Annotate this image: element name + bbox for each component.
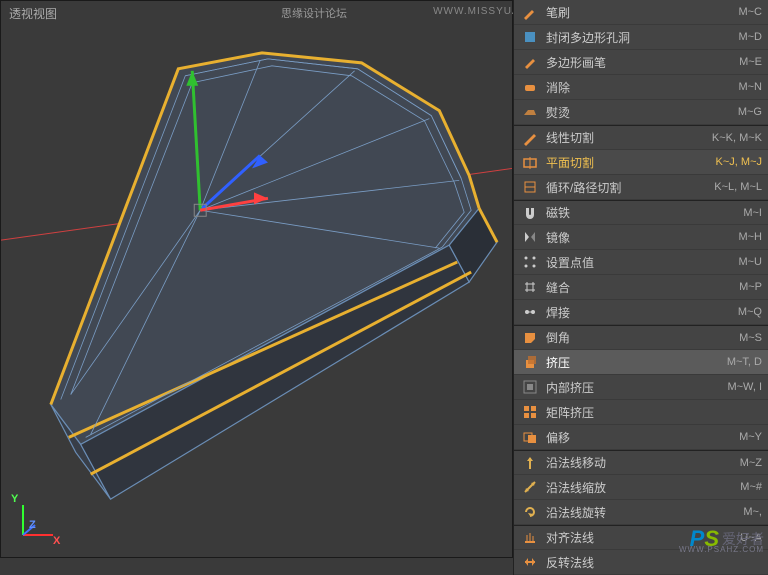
menu-label: 焊接 [546,304,730,321]
axis-y-label: Y [11,493,18,505]
menu-label: 循环/路径切割 [546,179,706,196]
menu-shortcut: M~Z [740,457,762,469]
menu-item-matrix[interactable]: 矩阵挤压 [514,400,768,425]
menu-item-inner[interactable]: 内部挤压 M~W, I [514,375,768,400]
bevel-icon [520,329,540,347]
menu-label: 内部挤压 [546,379,719,396]
pen-icon [520,53,540,71]
menu-label: 镜像 [546,229,730,246]
menu-shortcut: M~Q [738,306,762,318]
menu-shortcut: M~U [738,256,762,268]
magnet-icon [520,204,540,222]
menu-shortcut: M~Y [739,431,762,443]
menu-shortcut: M~# [740,481,762,493]
menu-shortcut: M~G [738,106,762,118]
menu-item-bevel[interactable]: 倒角 M~S [514,325,768,350]
menu-item-offset[interactable]: 偏移 M~Y [514,425,768,450]
menu-shortcut: K~K, M~K [712,132,762,144]
align-icon [520,529,540,547]
menu-label: 倒角 [546,329,731,346]
weld-icon [520,303,540,321]
menu-label: 缝合 [546,279,731,296]
menu-item-weld[interactable]: 焊接 M~Q [514,300,768,325]
menu-item-iron[interactable]: 熨烫 M~G [514,100,768,125]
menu-shortcut: M~E [739,56,762,68]
menu-item-knife[interactable]: 线性切割 K~K, M~K [514,125,768,150]
menu-label: 磁铁 [546,204,735,221]
menu-item-pen[interactable]: 多边形画笔 M~E [514,50,768,75]
knife-icon [520,129,540,147]
menu-item-extrude[interactable]: 挤压 M~T, D [514,350,768,375]
menu-label: 反转法线 [546,554,754,571]
mirror-icon [520,228,540,246]
menu-shortcut: M~C [738,6,762,18]
menu-item-nrot[interactable]: 沿法线旋转 M~, [514,500,768,525]
menu-shortcut: M~I [743,207,762,219]
menu-shortcut: M~T, D [727,356,762,368]
context-menu: 笔刷 M~C 封闭多边形孔洞 M~D 多边形画笔 M~E 消除 M~N 熨烫 M~G 线性切割 K~K… [513,0,768,575]
menu-label: 笔刷 [546,4,730,21]
stitch-icon [520,278,540,296]
menu-item-nmove[interactable]: 沿法线移动 M~Z [514,450,768,475]
offset-icon [520,428,540,446]
menu-label: 沿法线缩放 [546,479,732,496]
menu-shortcut: M~P [739,281,762,293]
menu-item-stitch[interactable]: 缝合 M~P [514,275,768,300]
menu-item-erase[interactable]: 消除 M~N [514,75,768,100]
points-icon [520,253,540,271]
menu-shortcut: M~W, I [727,381,762,393]
menu-shortcut: K~J, M~J [716,156,762,168]
erase-icon [520,78,540,96]
menu-label: 矩阵挤压 [546,404,754,421]
menu-item-points[interactable]: 设置点值 M~U [514,250,768,275]
menu-item-brush[interactable]: 笔刷 M~C [514,0,768,25]
nscale-icon [520,478,540,496]
menu-label: 设置点值 [546,254,730,271]
menu-label: 挤压 [546,354,719,371]
menu-shortcut: M~D [738,31,762,43]
watermark-bottom: PS 爱好者 WWW.PSAHZ.COM [690,526,764,552]
plane-icon [520,153,540,171]
menu-shortcut: K~L, M~L [714,181,762,193]
menu-label: 消除 [546,79,730,96]
menu-item-magnet[interactable]: 磁铁 M~I [514,200,768,225]
brush-icon [520,3,540,21]
menu-label: 线性切割 [546,129,704,146]
axis-z-label: Z [29,519,36,531]
menu-label: 封闭多边形孔洞 [546,29,730,46]
menu-label: 偏移 [546,429,731,446]
menu-label: 平面切割 [546,154,708,171]
menu-shortcut: M~S [739,332,762,344]
menu-item-loop[interactable]: 循环/路径切割 K~L, M~L [514,175,768,200]
menu-label: 多边形画笔 [546,54,731,71]
poly-icon [520,28,540,46]
menu-shortcut: M~H [738,231,762,243]
menu-label: 沿法线旋转 [546,504,735,521]
inner-icon [520,378,540,396]
mesh-canvas [1,1,512,557]
menu-label: 沿法线移动 [546,454,732,471]
menu-item-plane[interactable]: 平面切割 K~J, M~J [514,150,768,175]
iron-icon [520,103,540,121]
matrix-icon [520,403,540,421]
nmove-icon [520,454,540,472]
nrot-icon [520,503,540,521]
extrude-icon [520,353,540,371]
flip-icon [520,553,540,571]
menu-shortcut: M~N [738,81,762,93]
viewport[interactable]: 透视视图 思缘设计论坛 [0,0,513,558]
menu-item-nscale[interactable]: 沿法线缩放 M~# [514,475,768,500]
menu-shortcut: M~, [743,506,762,518]
loop-icon [520,178,540,196]
menu-label: 熨烫 [546,104,730,121]
menu-item-poly[interactable]: 封闭多边形孔洞 M~D [514,25,768,50]
menu-item-mirror[interactable]: 镜像 M~H [514,225,768,250]
axis-x-label: X [53,535,60,547]
